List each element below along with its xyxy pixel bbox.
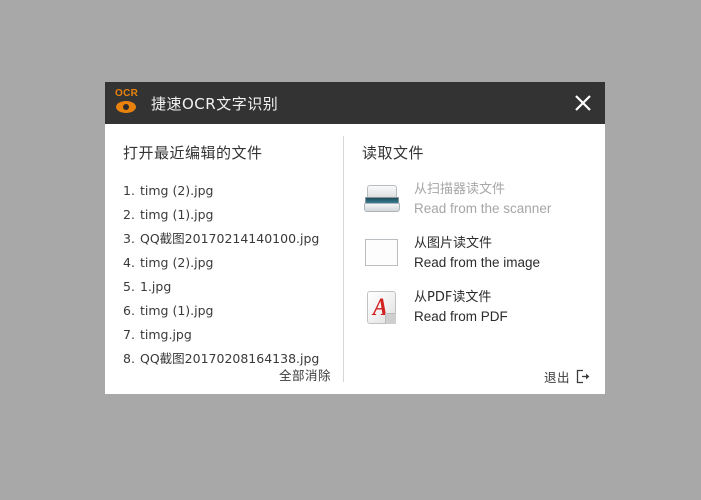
read-file-heading: 读取文件 — [362, 144, 425, 162]
recent-file-item[interactable]: 7. timg.jpg — [123, 323, 333, 347]
recent-file-item[interactable]: 2. timg (1).jpg — [123, 203, 333, 227]
recent-file-item[interactable]: 6. timg (1).jpg — [123, 299, 333, 323]
recent-file-index: 8. — [123, 351, 135, 366]
source-list: 从扫描器读文件 Read from the scanner 从图片读文件 Read f… — [362, 179, 591, 327]
source-label-cn: 从扫描器读文件 — [414, 181, 506, 197]
title-bar: OCR 捷速OCR文字识别 — [105, 82, 605, 124]
pdf-icon: A — [362, 287, 402, 327]
recent-file-index: 2. — [123, 207, 135, 222]
source-label-cn: 从图片读文件 — [414, 235, 493, 251]
source-label-en: Read from PDF — [414, 308, 508, 324]
source-labels: 从PDF读文件 Read from PDF — [414, 289, 508, 326]
recent-file-index: 5. — [123, 279, 135, 294]
exit-label: 退出 — [543, 370, 570, 385]
recent-file-index: 7. — [123, 327, 135, 342]
window-title: 捷速OCR文字识别 — [151, 94, 279, 113]
read-file-pane: 读取文件 从扫描器读文件 Read from the scanner 从图片读文件 R… — [344, 124, 605, 394]
recent-file-index: 6. — [123, 303, 135, 318]
source-labels: 从扫描器读文件 Read from the scanner — [414, 181, 551, 218]
source-label-cn: 从PDF读文件 — [414, 289, 492, 305]
recent-file-name: timg (2).jpg — [140, 183, 214, 198]
recent-file-name: timg (1).jpg — [140, 207, 214, 222]
recent-file-item[interactable]: 3. QQ截图20170214140100.jpg — [123, 227, 333, 251]
source-item-image[interactable]: 从图片读文件 Read from the image — [362, 233, 591, 273]
source-label-en: Read from the image — [414, 254, 541, 270]
recent-file-item[interactable]: 4. timg (2).jpg — [123, 251, 333, 275]
recent-file-index: 3. — [123, 231, 135, 246]
recent-file-index: 1. — [123, 183, 135, 198]
ocr-app-window: OCR 捷速OCR文字识别 打开最近编辑的文件 1. timg (2).jpg 2.… — [105, 82, 605, 394]
recent-files-list: 1. timg (2).jpg 2. timg (1).jpg 3. QQ截图201702… — [123, 179, 333, 371]
recent-file-name: QQ截图20170214140100.jpg — [140, 231, 320, 246]
close-button[interactable] — [561, 82, 605, 124]
recent-file-name: timg.jpg — [140, 327, 192, 342]
ocr-eye-icon: OCR — [113, 88, 143, 118]
clear-all-button[interactable]: 全部消除 — [279, 365, 331, 384]
close-icon — [575, 95, 591, 111]
recent-file-name: timg (1).jpg — [140, 303, 214, 318]
recent-file-name: timg (2).jpg — [140, 255, 214, 270]
exit-arrow-icon — [576, 369, 591, 384]
recent-files-pane: 打开最近编辑的文件 1. timg (2).jpg 2. timg (1).jpg 3.… — [105, 124, 343, 394]
source-item-pdf[interactable]: A 从PDF读文件 Read from PDF — [362, 287, 591, 327]
recent-file-name: 1.jpg — [140, 279, 172, 294]
recent-files-heading: 打开最近编辑的文件 — [123, 144, 263, 162]
exit-button[interactable]: 退出 — [544, 367, 591, 386]
recent-file-item[interactable]: 1. timg (2).jpg — [123, 179, 333, 203]
window-body: 打开最近编辑的文件 1. timg (2).jpg 2. timg (1).jpg 3.… — [105, 124, 605, 394]
scanner-icon — [362, 179, 402, 219]
eye-glyph — [116, 101, 136, 113]
logo-text: OCR — [115, 88, 139, 99]
image-icon — [362, 233, 402, 273]
source-labels: 从图片读文件 Read from the image — [414, 235, 540, 272]
source-label-en: Read from the scanner — [414, 200, 552, 216]
recent-file-item[interactable]: 5. 1.jpg — [123, 275, 333, 299]
source-item-scanner: 从扫描器读文件 Read from the scanner — [362, 179, 591, 219]
recent-file-index: 4. — [123, 255, 135, 270]
